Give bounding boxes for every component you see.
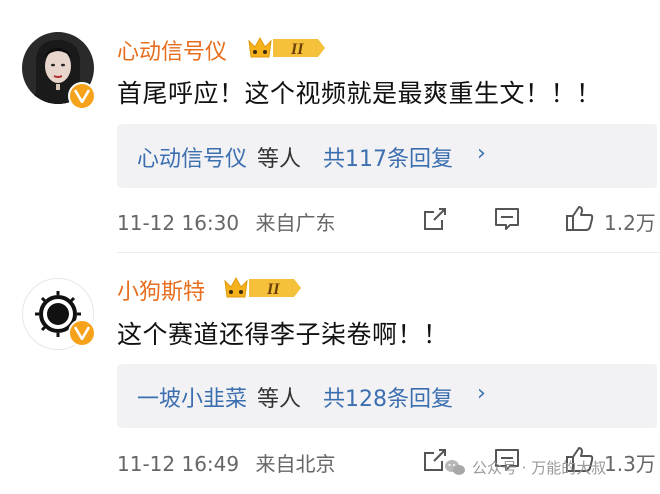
reply-preview[interactable]: 一坡小韭菜 等人 共128条回复 › [117,364,657,428]
username[interactable]: 小狗斯特 [117,274,205,306]
verified-badge [68,319,96,347]
vip-v-icon [74,326,90,340]
wechat-icon [445,460,465,475]
level-text: II [266,281,280,298]
comment-meta: 11-12 16:49 来自北京 [117,448,335,477]
crown-icon [224,276,248,298]
comment-text: 这个赛道还得李子柒卷啊！！ [117,320,449,349]
chevron-right-icon: › [477,381,486,406]
timestamp: 11-12 16:49 [117,452,240,476]
reply-count[interactable]: 共128条回复 [323,381,453,413]
watermark: 公众号 · 万能的大叔 [472,459,607,477]
reply-mid: 等人 [257,387,302,412]
level-badge[interactable]: II [222,275,304,301]
location: 来自北京 [255,452,336,476]
comment-item: 小狗斯特 II 这个赛道还得李子柒卷啊！！ 一坡小韭菜 等人 共128条回复 ›… [0,0,660,494]
like-count: 1.3万 [604,452,656,476]
reply-user[interactable]: 一坡小韭菜 [137,381,247,413]
